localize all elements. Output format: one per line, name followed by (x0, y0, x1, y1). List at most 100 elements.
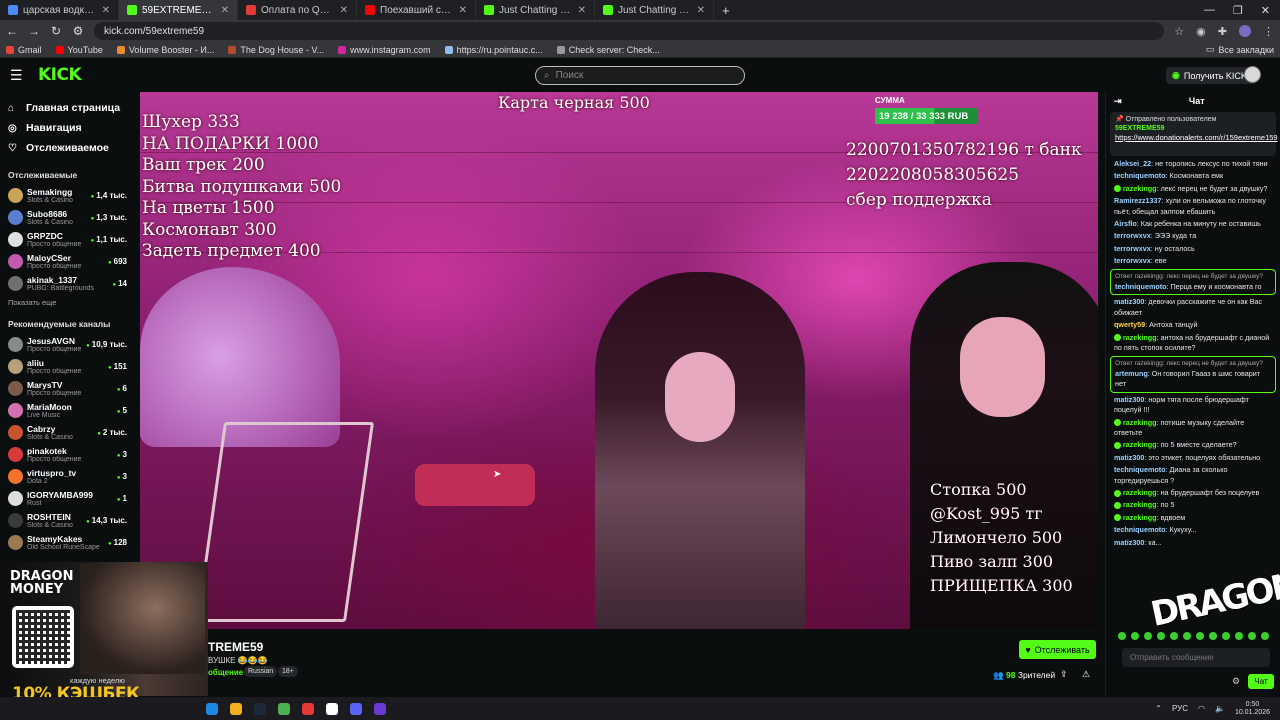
chat-message[interactable]: razekingg: по 5 (1114, 500, 1272, 510)
emote-icon[interactable] (1248, 632, 1256, 640)
chat-username[interactable]: Aleksei_22 (1114, 159, 1151, 168)
channel-item[interactable]: CabrzySlots & Casino 2 тыс. (8, 421, 127, 443)
kick-logo[interactable]: KICK (38, 65, 82, 85)
minimize-icon[interactable]: — (1204, 4, 1215, 17)
chat-username[interactable]: Airsflo (1114, 219, 1137, 228)
browser-tab[interactable]: Just Chatting Streaming - Live ✕ (476, 0, 595, 20)
bookmark-item[interactable]: Check server: Check... (556, 45, 660, 55)
channel-item[interactable]: virtuspro_tvDota 2 3 (8, 465, 127, 487)
steam-icon[interactable] (254, 702, 266, 715)
chat-message[interactable]: terrorwxvx: ну осталось (1114, 244, 1272, 254)
profile-avatar[interactable] (1239, 25, 1251, 37)
chat-username[interactable]: terrorwxvx (1114, 244, 1151, 253)
puzzle-icon[interactable]: ✚ (1218, 25, 1227, 38)
reload-icon[interactable]: ↻ (50, 24, 62, 38)
tab-close-icon[interactable]: ✕ (459, 5, 467, 16)
channel-item[interactable]: SteamyKakesOld School RuneScape 128 (8, 531, 127, 553)
chat-username[interactable]: razekingg (1123, 500, 1157, 509)
close-window-icon[interactable]: ✕ (1261, 4, 1270, 17)
chat-username[interactable]: matiz300 (1114, 453, 1144, 462)
chat-message[interactable]: techniquemoto: Диана за сколько торгедир… (1114, 465, 1272, 486)
all-bookmarks[interactable]: ▭ Все закладки (1206, 44, 1274, 55)
chat-username[interactable]: razekingg (1123, 333, 1157, 342)
chat-username[interactable]: Ramirezz1337 (1114, 196, 1162, 205)
chat-username[interactable]: razekingg (1123, 488, 1157, 497)
channel-item[interactable]: IGORYAMBA999Rust 1 (8, 487, 127, 509)
channel-item[interactable]: MarysTVПросто общение 6 (8, 377, 127, 399)
streamer-name[interactable]: TREME59 (208, 640, 263, 654)
chat-message[interactable]: matiz300: ка... (1114, 538, 1272, 548)
share-icon[interactable]: ⇪ (1060, 669, 1068, 680)
tab-close-icon[interactable]: ✕ (102, 5, 110, 16)
chat-message[interactable]: matiz300: норм тяга после брюдершафт поц… (1114, 395, 1272, 416)
url-field[interactable]: kick.com/59extreme59 (94, 22, 1165, 40)
pinned-link[interactable]: https://www.donationalerts.com/r/159extr… (1115, 133, 1278, 142)
tab-close-icon[interactable]: ✕ (697, 5, 705, 16)
emote-icon[interactable] (1196, 632, 1204, 640)
bookmark-item[interactable]: www.instagram.com (338, 45, 431, 55)
edge-icon[interactable] (206, 702, 218, 715)
chat-message[interactable]: razekingg: на брудершафт без поцелуев (1114, 488, 1272, 498)
stream-category[interactable]: общение (208, 668, 243, 677)
chat-username[interactable]: techniquemoto (1114, 465, 1166, 474)
browser-tab[interactable]: Just Chatting Streaming - Live ✕ (595, 0, 714, 20)
emote-icon[interactable] (1261, 632, 1269, 640)
bookmark-item[interactable]: Volume Booster - И... (116, 45, 214, 55)
wifi-icon[interactable]: ◠ (1198, 704, 1205, 713)
menu-hamburger-icon[interactable]: ☰ (10, 67, 28, 84)
chat-message[interactable]: razekingg: антоха на брудершафт с дианой… (1114, 333, 1272, 354)
chat-username[interactable]: techniquemoto (1115, 282, 1167, 291)
emote-icon[interactable] (1118, 632, 1126, 640)
nav-following[interactable]: ♡ Отслеживаемое (8, 138, 127, 158)
chat-message[interactable]: razekingg: лекс перец не будет за двушку… (1114, 184, 1272, 194)
browser-tab[interactable]: Поехавший стрим, Билайн vs ✕ (357, 0, 476, 20)
chat-message[interactable]: Aleksei_22: не торопись лексус по тихой … (1114, 159, 1272, 169)
nav-browse[interactable]: ◎ Навигация (8, 118, 127, 138)
channel-item[interactable]: akinak_1337PUBG: Battlegrounds 14 (8, 272, 127, 294)
bookmark-item[interactable]: The Dog House - V... (228, 45, 324, 55)
maximize-icon[interactable]: ❐ (1233, 4, 1243, 17)
video-player[interactable]: ➤ Шухер 333 НА ПОДАРКИ 1000 Ваш трек 200 Би… (140, 92, 1098, 629)
channel-item[interactable]: GRPZDCПросто общение 1,1 тыс. (8, 228, 127, 250)
chat-message[interactable]: razekingg: вдвоем (1114, 513, 1272, 523)
menu-dots-icon[interactable]: ⋮ (1263, 25, 1274, 38)
tag-age[interactable]: 18+ (278, 666, 298, 677)
chrome-icon[interactable] (278, 702, 290, 715)
bookmark-star-icon[interactable]: ☆ (1174, 25, 1184, 38)
chat-username[interactable]: terrorwxvx (1114, 231, 1151, 240)
chevron-up-icon[interactable]: ⌃ (1155, 704, 1162, 713)
tab-close-icon[interactable]: ✕ (340, 5, 348, 16)
chat-message[interactable]: Ответ razekingg: лекс перец не будет за … (1110, 268, 1276, 296)
user-avatar[interactable] (1244, 66, 1261, 83)
chat-message[interactable]: Ramirezz1337: хули он вельможа по глоточ… (1114, 196, 1272, 217)
browser-tab[interactable]: Оплата по QR коду ✕ (238, 0, 357, 20)
tag-language[interactable]: Russian (244, 666, 278, 677)
chat-username[interactable]: qwerty59 (1114, 320, 1145, 329)
emote-icon[interactable] (1131, 632, 1139, 640)
clock[interactable]: 0:50 10.01.2026 (1235, 701, 1270, 717)
browser-tab[interactable]: 59EXTREME59 Stream - W ✕ (119, 0, 238, 20)
emote-icon[interactable] (1222, 632, 1230, 640)
explorer-icon[interactable] (230, 702, 242, 715)
volume-icon[interactable]: 🔈 (1215, 704, 1225, 713)
channel-item[interactable]: JesusAVGNПросто общение 10,9 тыс. (8, 333, 127, 355)
chat-message[interactable]: matiz300: это этикет. поцелуях обязатель… (1114, 453, 1272, 463)
tab-close-icon[interactable]: ✕ (578, 5, 586, 16)
channel-item[interactable]: MaloyCSerПросто общение 693 (8, 250, 127, 272)
chat-send-button[interactable]: Чат (1248, 674, 1274, 689)
channel-item[interactable]: MariaMoonLive Music 5 (8, 399, 127, 421)
channel-item[interactable]: pinakotekПросто общение 3 (8, 443, 127, 465)
chat-username[interactable]: razekingg (1123, 184, 1157, 193)
chat-username[interactable]: razekingg (1123, 440, 1157, 449)
pinned-user[interactable]: 59EXTREME59 (1115, 124, 1271, 133)
browser-tab[interactable]: царская водка виноградная и ✕ (0, 0, 119, 20)
chat-username[interactable]: razekingg (1123, 513, 1157, 522)
chat-username[interactable]: matiz300 (1114, 395, 1144, 404)
channel-item[interactable]: aliiuПросто общение 151 (8, 355, 127, 377)
emote-icon[interactable] (1170, 632, 1178, 640)
site-info-icon[interactable]: ⚙ (72, 24, 84, 38)
collapse-chat-icon[interactable]: ⇥ (1114, 96, 1122, 107)
language-indicator[interactable]: РУС (1172, 704, 1188, 713)
emote-icon[interactable] (1235, 632, 1243, 640)
chat-message[interactable]: Airsflo: Как ребенка на минуту не остави… (1114, 219, 1272, 229)
